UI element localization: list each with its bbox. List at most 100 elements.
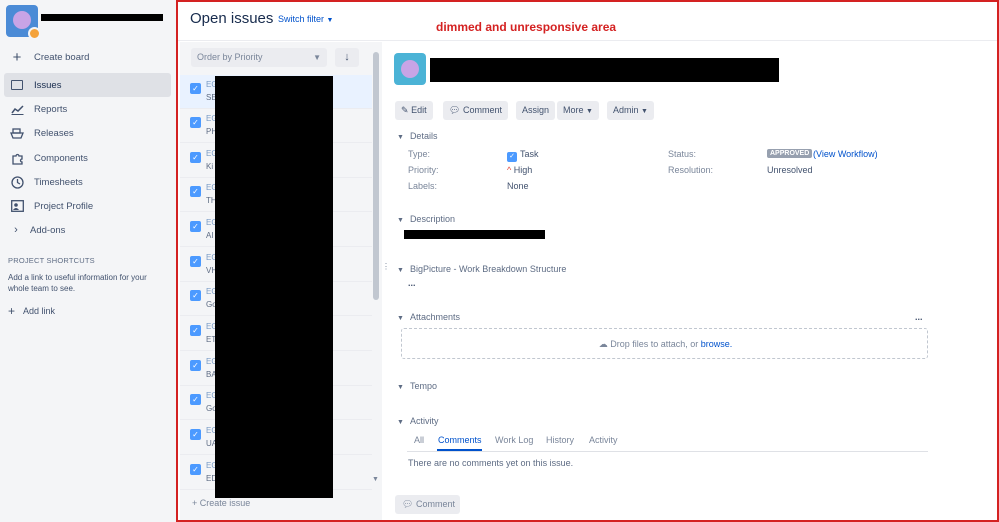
redacted-issue-summaries [215,76,333,498]
active-tab-indicator [437,449,482,451]
task-checkbox-icon: ✓ [190,83,201,94]
issue-project-avatar [394,53,426,85]
attachments-title: Attachments [409,312,460,322]
edit-button[interactable]: ✎ Edit [395,101,433,120]
priority-value: ^ High [507,165,532,175]
header-divider [178,40,997,41]
activity-section-header[interactable]: ▼ Activity [397,416,438,426]
comment-button-label: Comment [415,499,455,509]
cloud-upload-icon: ☁ [598,339,608,349]
issue-summary: AI [206,231,214,240]
sidebar-item-label: Add-ons [30,224,66,236]
task-checkbox-icon: ✓ [190,290,201,301]
attachment-dropzone[interactable]: ☁ Drop files to attach, or browse. [401,328,928,359]
redacted-issue-title [430,58,779,82]
priority-value-text: High [513,165,533,175]
tempo-section-header[interactable]: ▼ Tempo [397,381,437,391]
sidebar-item-label: Releases [34,127,74,139]
resolution-value: Unresolved [767,165,813,175]
avatar-face-icon [13,11,31,29]
sidebar-item-components[interactable]: Components [4,146,171,170]
caret-down-icon: ▼ [397,419,404,426]
shortcuts-title: PROJECT SHORTCUTS [8,256,95,265]
bigpicture-title: BigPicture - Work Breakdown Structure [409,264,567,274]
task-checkbox-icon: ✓ [190,221,201,232]
details-section-header[interactable]: ▼ Details [397,131,437,141]
ship-icon [10,126,24,140]
assign-button[interactable]: Assign [516,101,556,120]
task-checkbox-icon: ✓ [190,117,201,128]
attachments-menu-icon[interactable]: ... [915,312,923,322]
dropzone-text: ☁ Drop files to attach, or browse. [402,339,929,350]
sidebar-item-timesheets[interactable]: Timesheets [4,170,171,194]
switch-filter-label: Switch filter [278,14,325,24]
view-workflow-link[interactable]: (View Workflow) [813,149,878,159]
chevron-down-icon: ▼ [586,108,593,115]
description-section-header[interactable]: ▼ Description [397,214,455,224]
admin-button[interactable]: Admin ▼ [607,101,654,120]
profile-icon [10,199,24,213]
assign-label: Assign [522,105,550,115]
priority-label: Priority: [408,165,439,175]
arrow-down-icon: ↓ [344,51,350,63]
task-checkbox-icon: ✓ [190,464,201,475]
dimmed-area-annotation: dimmed and unresponsive area [436,20,617,34]
issues-icon [10,78,24,92]
admin-label: Admin [613,105,639,115]
redacted-project-name [41,14,163,21]
browse-link[interactable]: browse. [701,339,733,349]
caret-down-icon: ▼ [397,134,404,141]
pencil-icon: ✎ [401,105,409,115]
tab-work-log[interactable]: Work Log [495,435,533,445]
page-title: Open issues [190,10,274,27]
sidebar-item-create-board[interactable]: + Create board [4,45,171,69]
caret-down-icon: ▼ [397,267,404,274]
caret-down-icon: ▼ [397,315,404,322]
sidebar-item-reports[interactable]: Reports [4,97,171,121]
sidebar-item-add-ons[interactable]: › Add-ons [4,218,171,242]
plus-icon: + [192,498,198,508]
add-link-button[interactable]: + Add link [8,304,55,318]
issue-summary: Ki [206,162,214,171]
drop-label: Drop files to attach, or [610,339,699,349]
type-value: ✓ Task [507,149,539,162]
bigpicture-ellipsis[interactable]: ... [408,278,416,288]
more-button[interactable]: More ▼ [557,101,599,120]
tab-comments[interactable]: Comments [438,435,482,445]
task-checkbox-icon: ✓ [190,256,201,267]
status-badge: APPROVED [767,149,813,158]
no-comments-text: There are no comments yet on this issue. [408,458,574,468]
scroll-down-arrow-icon[interactable]: ▼ [372,476,379,483]
task-checkbox-icon: ✓ [190,360,201,371]
bigpicture-section-header[interactable]: ▼ BigPicture - Work Breakdown Structure [397,264,566,274]
sidebar-item-project-profile[interactable]: Project Profile [4,194,171,218]
description-title: Description [409,214,455,224]
tab-activity[interactable]: Activity [589,435,618,445]
create-issue-button[interactable]: + Create issue [192,498,250,508]
tab-history[interactable]: History [546,435,574,445]
tab-all[interactable]: All [414,435,424,445]
comment-action-button[interactable]: 💬︎ Comment [443,101,508,120]
sidebar-item-issues[interactable]: Issues [4,73,171,97]
priority-high-icon: ^ [507,165,512,175]
resize-handle-icon[interactable]: ⋮ [382,262,390,271]
sort-direction-button[interactable]: ↓ [335,48,359,67]
sidebar-item-label: Components [34,152,88,164]
project-avatar[interactable] [6,5,41,40]
chevron-down-icon: ▼ [641,108,648,115]
order-by-value: Order by Priority [197,52,263,62]
labels-label: Labels: [408,181,438,191]
comment-button[interactable]: 💬︎ Comment [395,495,460,514]
caret-down-icon: ▼ [397,217,404,224]
switch-filter-button[interactable]: Switch filter ▼ [278,14,333,24]
type-label: Type: [408,149,431,159]
add-link-label: Add link [23,306,56,316]
list-scrollbar[interactable] [373,52,379,300]
task-checkbox-icon: ✓ [190,325,201,336]
attachments-section-header[interactable]: ▼ Attachments [397,312,460,322]
order-by-select[interactable]: Order by Priority ▼ [191,48,327,67]
task-checkbox-icon: ✓ [190,152,201,163]
redacted-description [404,230,545,239]
sidebar-item-releases[interactable]: Releases [4,121,171,145]
comment-action-label: Comment [462,105,502,115]
